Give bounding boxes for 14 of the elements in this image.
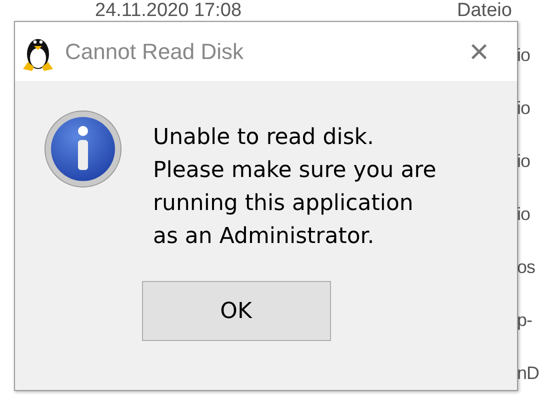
- close-button[interactable]: ×: [449, 30, 509, 74]
- file-name: io: [517, 98, 530, 119]
- file-name: p-: [517, 310, 532, 331]
- file-name: nD: [517, 363, 540, 384]
- window-title: Cannot Read Disk: [65, 38, 245, 64]
- date-text: 24.11.2020 17:08: [94, 0, 243, 22]
- file-name: io: [517, 151, 530, 172]
- info-icon: [43, 109, 123, 189]
- file-name: Dateio: [457, 0, 512, 22]
- file-name: io: [517, 204, 530, 225]
- file-name: io: [517, 45, 530, 66]
- ok-button[interactable]: OK: [142, 281, 330, 341]
- message-text: Unable to read disk. Please make sure you are running this application as an Administrator.: [153, 124, 436, 251]
- file-name: os: [517, 257, 536, 278]
